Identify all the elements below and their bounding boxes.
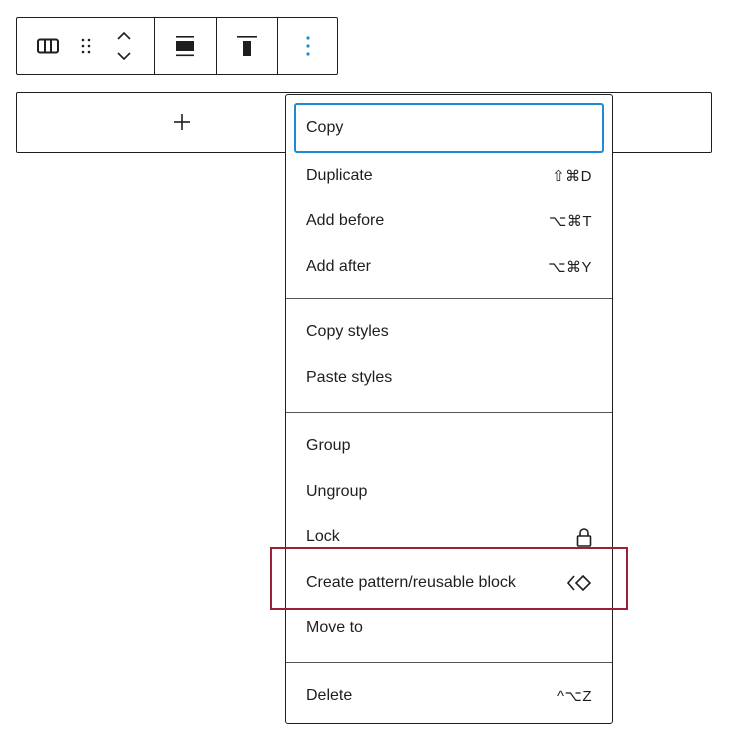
menu-item-label: Group xyxy=(306,437,351,455)
menu-section-tools: Group Ungroup Lock Create pattern/reusab… xyxy=(286,413,612,663)
menu-item-label: Add before xyxy=(306,212,385,230)
shortcut-label: ^⌥Z xyxy=(557,687,592,705)
menu-item-copy[interactable]: Copy xyxy=(294,103,604,153)
menu-item-label: Create pattern/reusable block xyxy=(306,573,516,591)
pattern-icon xyxy=(566,574,592,591)
menu-divider xyxy=(285,662,613,663)
menu-item-label: Delete xyxy=(306,686,353,704)
align-button[interactable] xyxy=(165,18,205,74)
vertical-align-top-icon xyxy=(237,36,258,56)
menu-item-lock[interactable]: Lock xyxy=(294,515,604,561)
menu-item-label: Copy styles xyxy=(306,323,389,341)
menu-item-add-before[interactable]: Add before ⌥⌘T xyxy=(294,199,604,245)
menu-item-group[interactable]: Group xyxy=(294,424,604,470)
menu-section-clipboard: Copy Duplicate ⇧⌘D Add before ⌥⌘T Add af… xyxy=(286,103,612,290)
menu-item-copy-styles[interactable]: Copy styles xyxy=(294,310,604,356)
vertical-align-button[interactable] xyxy=(227,18,267,74)
menu-item-label: Copy xyxy=(306,119,344,136)
drag-handle-button[interactable] xyxy=(67,18,105,74)
menu-item-paste-styles[interactable]: Paste styles xyxy=(294,355,604,401)
shortcut-label: ⌥⌘T xyxy=(549,213,592,231)
shortcut-label: ⌥⌘Y xyxy=(548,258,592,276)
menu-item-create-pattern[interactable]: Create pattern/reusable block xyxy=(294,560,604,606)
menu-item-ungroup[interactable]: Ungroup xyxy=(294,469,604,515)
block-toolbar xyxy=(16,17,338,75)
toolbar-group-options xyxy=(277,18,337,74)
toolbar-group-valign xyxy=(215,18,278,74)
plus-icon xyxy=(174,114,190,130)
menu-item-label: Ungroup xyxy=(306,482,368,500)
menu-item-duplicate[interactable]: Duplicate ⇧⌘D xyxy=(294,153,604,199)
block-options-menu: Copy Duplicate ⇧⌘D Add before ⌥⌘T Add af… xyxy=(285,94,613,724)
menu-item-label: Paste styles xyxy=(306,368,393,386)
lock-icon xyxy=(576,528,592,548)
align-icon xyxy=(176,36,195,57)
options-button[interactable] xyxy=(288,18,328,74)
menu-item-label: Add after xyxy=(306,257,371,275)
more-options-icon xyxy=(306,36,310,56)
block-type-button[interactable] xyxy=(29,18,67,74)
shortcut-label: ⇧⌘D xyxy=(552,167,592,185)
add-block-button[interactable] xyxy=(167,107,197,137)
menu-section-styles: Copy styles Paste styles xyxy=(286,299,612,412)
menu-divider xyxy=(285,297,613,299)
toolbar-group-block xyxy=(17,18,154,74)
move-up-down-icon xyxy=(117,31,131,61)
menu-item-move-to[interactable]: Move to xyxy=(294,606,604,652)
menu-item-add-after[interactable]: Add after ⌥⌘Y xyxy=(294,244,604,290)
menu-item-delete[interactable]: Delete ^⌥Z xyxy=(294,673,604,719)
menu-item-label: Move to xyxy=(306,619,363,637)
menu-section-delete: Delete ^⌥Z xyxy=(286,663,612,719)
menu-item-label: Duplicate xyxy=(306,166,373,184)
columns-block-icon xyxy=(37,38,59,54)
menu-divider xyxy=(285,411,613,413)
drag-handle-icon xyxy=(81,38,91,54)
toolbar-group-align xyxy=(154,18,216,74)
move-up-down-button[interactable] xyxy=(105,18,143,74)
menu-item-label: Lock xyxy=(306,528,340,546)
